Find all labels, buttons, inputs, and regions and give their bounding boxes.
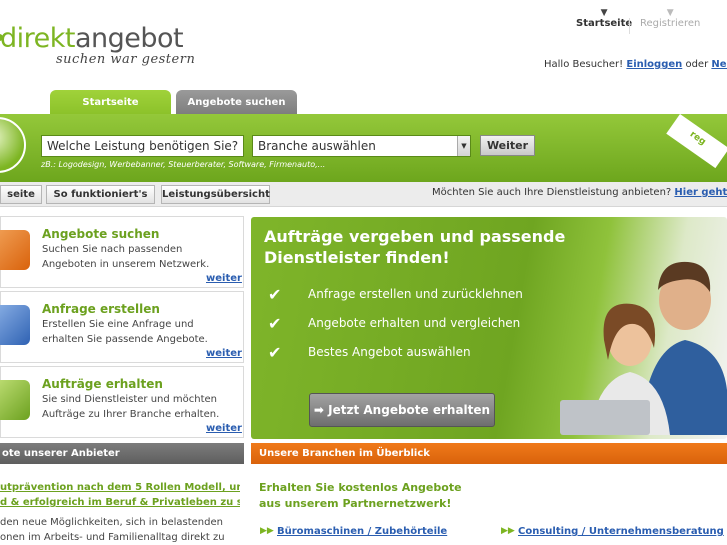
branchen-intro-line2: aus unserem Partnernetzwerk! <box>259 497 452 510</box>
tab-startseite[interactable]: Startseite <box>50 90 171 114</box>
check-icon: ✔ <box>268 314 282 333</box>
double-chevron-icon: ▶▶ <box>260 526 274 536</box>
logo-part-angebot: angebot <box>74 23 184 54</box>
promo-title: Aufträge vergeben und passende Dienstlei… <box>264 226 594 268</box>
subnav-so-funktionierts[interactable]: So funktioniert's <box>46 185 155 204</box>
check-icon: ✔ <box>268 343 282 362</box>
search-submit-button[interactable]: Weiter <box>480 135 535 156</box>
article-title-link[interactable]: utprävention nach dem 5 Rollen Modell, u… <box>0 480 240 510</box>
branche-select[interactable]: Branche auswählen <box>252 135 471 157</box>
promo-item: ✔ Angebote erhalten und vergleichen <box>268 314 520 333</box>
promo-title-line2: Dienstleister finden! <box>264 248 450 267</box>
feature-title[interactable]: Anfrage erstellen <box>42 302 160 316</box>
greeting: Hallo Besucher! Einloggen oder Neu a <box>544 59 727 70</box>
promo-item: ✔ Bestes Angebot auswählen <box>268 343 471 362</box>
promo-item-text: Anfrage erstellen und zurücklehnen <box>308 287 523 301</box>
article-teaser: den neue Möglichkeiten, sich in belasten… <box>0 515 240 545</box>
arrow-right-icon: ➡ <box>313 403 324 417</box>
section-header-provider-offers: ote unserer Anbieter <box>0 443 244 464</box>
promo-item-text: Bestes Angebot auswählen <box>308 345 471 359</box>
offer-question: Möchten Sie auch Ihre Dienstleistung anb… <box>432 187 672 198</box>
search-hint: zB.: Logodesign, Werbebanner, Steuerbera… <box>41 160 326 169</box>
logo-slogan: suchen war gestern <box>56 52 196 67</box>
topnav-startseite-label: Startseite <box>576 18 633 29</box>
tab-angebote-suchen[interactable]: Angebote suchen <box>176 90 297 114</box>
feature-more-link[interactable]: weiter <box>206 273 242 284</box>
search-input[interactable] <box>41 135 244 157</box>
greeting-text: Hallo Besucher! <box>544 59 624 70</box>
feature-more-link[interactable]: weiter <box>206 423 242 434</box>
feature-title[interactable]: Aufträge erhalten <box>42 377 163 391</box>
offer-prompt: Möchten Sie auch Ihre Dienstleistung anb… <box>432 187 727 198</box>
feature-more-link[interactable]: weiter <box>206 348 242 359</box>
article-title-line1: utprävention nach dem 5 Rollen Modell, u… <box>0 482 240 493</box>
promo-title-line1: Aufträge vergeben und passende <box>264 227 566 246</box>
feature-text: Erstellen Sie eine Anfrage und erhalten … <box>42 319 208 345</box>
search-offers-icon <box>0 230 30 270</box>
double-chevron-icon: ▶▶ <box>501 526 515 536</box>
get-offers-button[interactable]: ➡ Jetzt Angebote erhalten <box>309 393 495 427</box>
chevron-down-icon[interactable]: ▼ <box>457 136 470 156</box>
subnav-leistungsuebersicht[interactable]: Leistungsübersicht <box>161 185 270 204</box>
article-text-line1: den neue Möglichkeiten, sich in belasten… <box>0 517 223 528</box>
branchen-intro-line1: Erhalten Sie kostenlos Angebote <box>259 481 462 494</box>
triangle-down-icon: ▼ <box>600 8 608 18</box>
login-link[interactable]: Einloggen <box>626 59 682 70</box>
register-link[interactable]: Neu a <box>711 59 727 70</box>
promo-item-text: Angebote erhalten und vergleichen <box>308 316 521 330</box>
topnav-divider <box>629 18 630 34</box>
logo-part-direkt: direkt <box>0 23 75 54</box>
article-title-line2: d & erfolgreich im Beruf & Privatleben z… <box>0 497 240 508</box>
check-icon: ✔ <box>268 285 282 304</box>
get-offers-button-label: Jetzt Angebote erhalten <box>328 403 491 417</box>
triangle-down-icon: ▼ <box>666 8 674 18</box>
greeting-or: oder <box>685 59 709 70</box>
feature-text: Suchen Sie nach passenden Angeboten in u… <box>42 244 210 270</box>
offer-link[interactable]: Hier geht's <box>674 187 727 198</box>
branchen-intro: Erhalten Sie kostenlos Angebote aus unse… <box>259 480 462 512</box>
document-icon <box>0 305 30 345</box>
section-header-branchen: Unsere Branchen im Überblick <box>251 443 727 464</box>
article-text-line2: onen im Arbeits- und Familienalltag dire… <box>0 532 225 543</box>
branche-link[interactable]: Büromaschinen / Zubehörteile <box>277 526 447 537</box>
feature-text: Sie sind Dienstleister und möchten Auftr… <box>42 394 220 420</box>
topnav-registrieren-label: Registrieren <box>640 18 701 29</box>
topnav-startseite[interactable]: ▼ Startseite <box>576 8 632 29</box>
topnav-registrieren[interactable]: ▼ Registrieren <box>640 8 700 29</box>
orders-icon <box>0 380 30 420</box>
promo-item: ✔ Anfrage erstellen und zurücklehnen <box>268 285 523 304</box>
branche-link[interactable]: Consulting / Unternehmensberatung <box>518 526 724 537</box>
feature-title[interactable]: Angebote suchen <box>42 227 159 241</box>
subnav-startseite[interactable]: seite <box>0 185 42 204</box>
logo[interactable]: direktangebot <box>0 23 184 54</box>
